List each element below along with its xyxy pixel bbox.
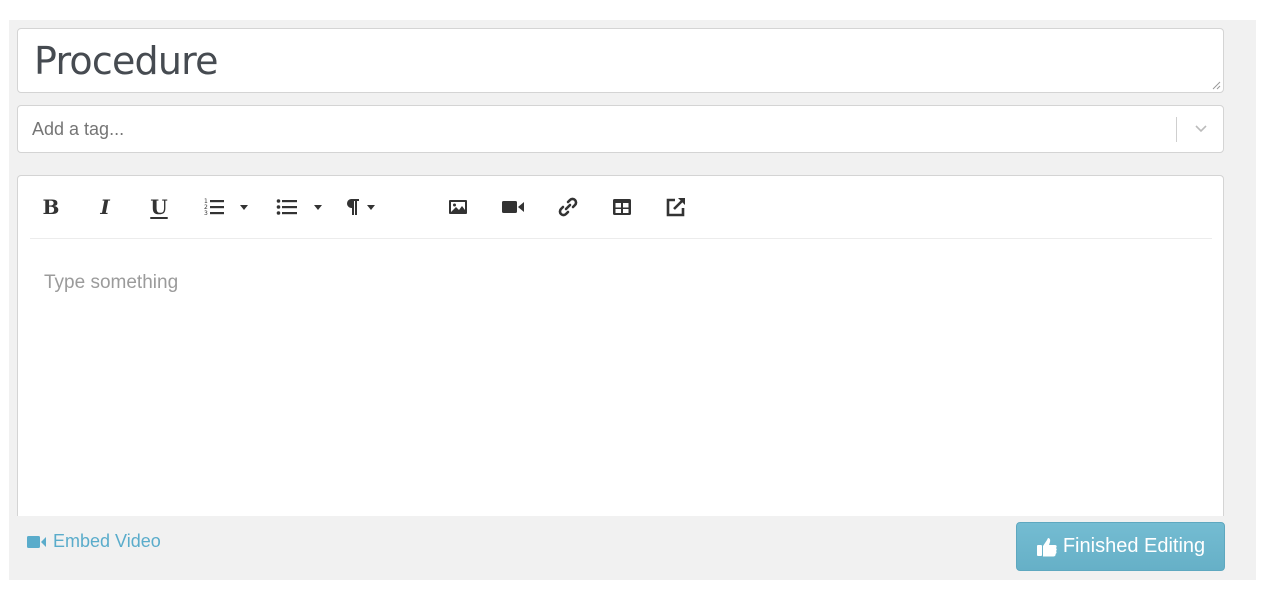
table-icon bbox=[613, 199, 631, 215]
thumbs-up-icon bbox=[1036, 537, 1057, 556]
unordered-list-button[interactable] bbox=[272, 194, 326, 220]
finished-editing-button[interactable]: Finished Editing bbox=[1016, 522, 1225, 571]
editor-placeholder: Type something bbox=[44, 272, 179, 293]
underline-button[interactable]: U bbox=[148, 194, 170, 220]
video-camera-icon bbox=[27, 535, 46, 548]
external-link-icon bbox=[666, 198, 685, 217]
embed-video-label: Embed Video bbox=[53, 531, 161, 551]
italic-button[interactable]: I bbox=[94, 194, 116, 220]
title-input[interactable]: Procedure bbox=[17, 28, 1224, 93]
paragraph-caret-icon bbox=[367, 204, 375, 210]
rich-text-editor[interactable]: B I U 1 2 3 Type something bbox=[17, 175, 1224, 516]
bold-button[interactable]: B bbox=[40, 194, 62, 220]
insert-video-button[interactable] bbox=[500, 194, 526, 220]
insert-image-button[interactable] bbox=[446, 194, 470, 220]
unordered-list-caret-icon bbox=[314, 204, 322, 210]
external-link-button[interactable] bbox=[664, 194, 688, 220]
ordered-list-button[interactable]: 1 2 3 bbox=[200, 194, 252, 220]
image-icon bbox=[449, 200, 467, 214]
ordered-list-icon: 1 2 3 bbox=[204, 198, 224, 217]
paragraph-icon bbox=[346, 199, 359, 215]
embed-video-link[interactable]: Embed Video bbox=[27, 531, 161, 552]
video-camera-icon bbox=[502, 201, 524, 213]
svg-text:3: 3 bbox=[204, 210, 208, 217]
tag-input[interactable]: Add a tag... bbox=[17, 105, 1224, 153]
resize-grip-icon[interactable] bbox=[1211, 80, 1221, 90]
link-icon bbox=[558, 197, 578, 217]
ordered-list-caret-icon bbox=[240, 204, 248, 210]
paragraph-button[interactable] bbox=[340, 194, 380, 220]
finished-editing-label: Finished Editing bbox=[1062, 535, 1206, 557]
unordered-list-icon bbox=[276, 199, 297, 215]
tag-placeholder: Add a tag... bbox=[32, 119, 125, 139]
insert-link-button[interactable] bbox=[556, 194, 580, 220]
insert-table-button[interactable] bbox=[610, 194, 634, 220]
title-value: Procedure bbox=[34, 39, 219, 83]
editor-toolbar: B I U 1 2 3 bbox=[30, 176, 1212, 239]
editor-panel: Procedure Add a tag... B I U 1 2 3 Type … bbox=[9, 20, 1256, 580]
chevron-down-icon[interactable] bbox=[1193, 120, 1209, 136]
tag-separator bbox=[1176, 117, 1177, 142]
